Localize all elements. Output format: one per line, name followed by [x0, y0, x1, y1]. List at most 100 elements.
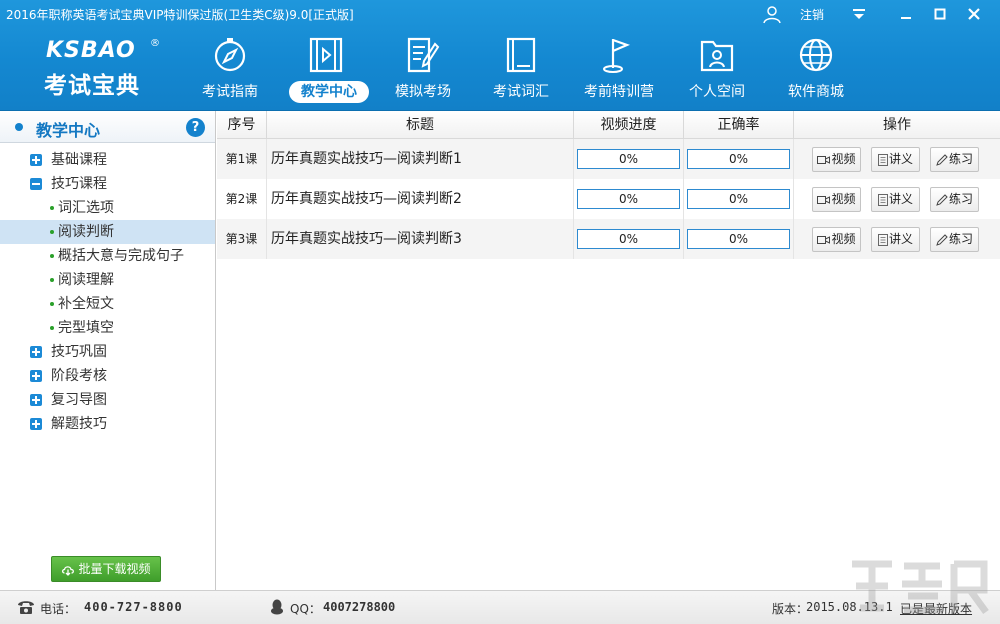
practice-button[interactable]: 练习	[930, 147, 979, 172]
tree-label: 技巧巩固	[51, 344, 107, 360]
nav-item-teaching-center[interactable]: 教学中心	[281, 34, 371, 108]
tree-label: 技巧课程	[51, 176, 107, 192]
expand-plus-icon[interactable]	[30, 418, 42, 430]
nav-label: 个人空间	[689, 84, 745, 100]
lesson-number: 第2课	[217, 179, 267, 219]
nav-item-exam-vocabulary[interactable]: 考试词汇	[476, 34, 566, 108]
accuracy-cell: 0%	[684, 179, 794, 219]
notes-label: 讲义	[888, 152, 913, 166]
lesson-title[interactable]: 历年真题实战技巧—阅读判断1	[267, 139, 574, 179]
bullet-dot-icon	[50, 302, 54, 306]
minimize-icon[interactable]	[894, 2, 918, 26]
video-button[interactable]: 视频	[812, 147, 861, 172]
video-button[interactable]: 视频	[812, 227, 861, 252]
notes-button[interactable]: 讲义	[871, 227, 920, 252]
tree-item-vocabulary-options[interactable]: 词汇选项	[0, 196, 215, 220]
version-label: 版本：	[772, 602, 809, 616]
expand-plus-icon[interactable]	[30, 370, 42, 382]
nav-item-pre-exam-training[interactable]: 考前特训营	[574, 34, 664, 108]
close-icon[interactable]	[962, 2, 986, 26]
app-header: 2016年职称英语考试宝典VIP特训保过版(卫生类C级)9.0[正式版] 注销 …	[0, 0, 1000, 111]
accuracy-cell: 0%	[684, 139, 794, 179]
main-nav: 考试指南 教学中心 模拟考场 考试词汇 考前特训营 个人空间 软件商城	[185, 34, 985, 110]
sidebar: 教学中心 ? 基础课程 技巧课程 词汇选项 阅读判断 概括大意与完成句子 阅读理…	[0, 111, 216, 590]
tree-group-skill-courses[interactable]: 技巧课程	[0, 172, 215, 196]
lesson-table: 序号 标题 视频进度 正确率 操作 第1课 历年真题实战技巧—阅读判断1 0% …	[217, 111, 1000, 590]
tree-label: 阅读判断	[58, 224, 114, 240]
maximize-icon[interactable]	[928, 2, 952, 26]
flag-icon	[603, 38, 631, 73]
table-row: 第1课 历年真题实战技巧—阅读判断1 0% 0% 视频 讲义 练习	[217, 139, 1000, 179]
video-progress-value: 0%	[577, 229, 680, 249]
expand-plus-icon[interactable]	[30, 154, 42, 166]
cloud-download-icon	[62, 565, 75, 576]
tree-item-summary-sentence-completion[interactable]: 概括大意与完成句子	[0, 244, 215, 268]
nav-label: 考前特训营	[584, 84, 654, 100]
expand-plus-icon[interactable]	[30, 394, 42, 406]
user-icon[interactable]	[760, 2, 784, 26]
nav-item-personal-space[interactable]: 个人空间	[672, 34, 762, 108]
tree-item-cloze[interactable]: 完型填空	[0, 316, 215, 340]
nav-item-software-mall[interactable]: 软件商城	[771, 34, 861, 108]
nav-label-active: 教学中心	[289, 81, 369, 103]
header-actions: 操作	[883, 117, 911, 133]
accuracy-value: 0%	[687, 229, 790, 249]
book-icon	[506, 37, 536, 73]
tree-group-review-map[interactable]: 复习导图	[0, 388, 215, 412]
window-title: 2016年职称英语考试宝典VIP特训保过版(卫生类C级)9.0[正式版]	[6, 8, 354, 22]
practice-button[interactable]: 练习	[930, 227, 979, 252]
accuracy-value: 0%	[687, 149, 790, 169]
document-icon	[877, 153, 888, 166]
nav-item-mock-exam[interactable]: 模拟考场	[378, 34, 468, 108]
tree-group-problem-solving-tips[interactable]: 解题技巧	[0, 412, 215, 436]
video-progress-cell: 0%	[574, 179, 684, 219]
header-accuracy: 正确率	[684, 111, 794, 139]
notes-label: 讲义	[888, 192, 913, 206]
video-camera-icon	[817, 235, 831, 244]
nav-label: 考试词汇	[493, 84, 549, 100]
accuracy-cell: 0%	[684, 219, 794, 259]
video-progress-value: 0%	[577, 149, 680, 169]
table-header: 序号 标题 视频进度 正确率 操作	[217, 111, 1000, 139]
download-label: 批量下载视频	[78, 562, 151, 576]
accuracy-value: 0%	[687, 189, 790, 209]
tree-item-passage-completion[interactable]: 补全短文	[0, 292, 215, 316]
qq-number: 4007278800	[323, 600, 396, 614]
logo-registered-mark: ®	[150, 38, 160, 49]
notes-button[interactable]: 讲义	[871, 147, 920, 172]
collapse-minus-icon[interactable]	[30, 178, 42, 190]
tree-label: 完型填空	[58, 320, 114, 336]
bullet-dot-icon	[50, 278, 54, 282]
ksbao-logo: KSBAO ® 考试宝典	[40, 38, 165, 99]
globe-icon	[799, 38, 833, 72]
tree-group-skill-consolidation[interactable]: 技巧巩固	[0, 340, 215, 364]
video-film-icon	[309, 37, 343, 73]
exam-paper-icon	[407, 37, 440, 73]
bullet-dot-icon	[50, 326, 54, 330]
menu-dropdown-icon[interactable]	[848, 2, 870, 26]
video-button[interactable]: 视频	[812, 187, 861, 212]
nav-item-exam-guide[interactable]: 考试指南	[185, 34, 275, 108]
tree-item-reading-judgment[interactable]: 阅读判断	[0, 220, 215, 244]
tree-label: 补全短文	[58, 296, 114, 312]
practice-label: 练习	[948, 192, 973, 206]
practice-label: 练习	[948, 232, 973, 246]
tree-group-stage-assessment[interactable]: 阶段考核	[0, 364, 215, 388]
tree-item-reading-comprehension[interactable]: 阅读理解	[0, 268, 215, 292]
expand-plus-icon[interactable]	[30, 346, 42, 358]
bullet-dot-icon	[15, 123, 23, 131]
batch-download-videos-button[interactable]: 批量下载视频	[51, 556, 161, 582]
video-progress-cell: 0%	[574, 219, 684, 259]
video-label: 视频	[831, 192, 856, 206]
notes-button[interactable]: 讲义	[871, 187, 920, 212]
logo-text-cn: 考试宝典	[44, 73, 140, 99]
tree-label: 基础课程	[51, 152, 107, 168]
header-video-progress: 视频进度	[574, 111, 684, 139]
practice-button[interactable]: 练习	[930, 187, 979, 212]
bullet-dot-icon	[50, 206, 54, 210]
tree-group-basic-courses[interactable]: 基础课程	[0, 148, 215, 172]
lesson-title[interactable]: 历年真题实战技巧—阅读判断3	[267, 219, 574, 259]
lesson-title[interactable]: 历年真题实战技巧—阅读判断2	[267, 179, 574, 219]
logout-link[interactable]: 注销	[800, 6, 824, 23]
help-icon[interactable]: ?	[186, 118, 205, 137]
